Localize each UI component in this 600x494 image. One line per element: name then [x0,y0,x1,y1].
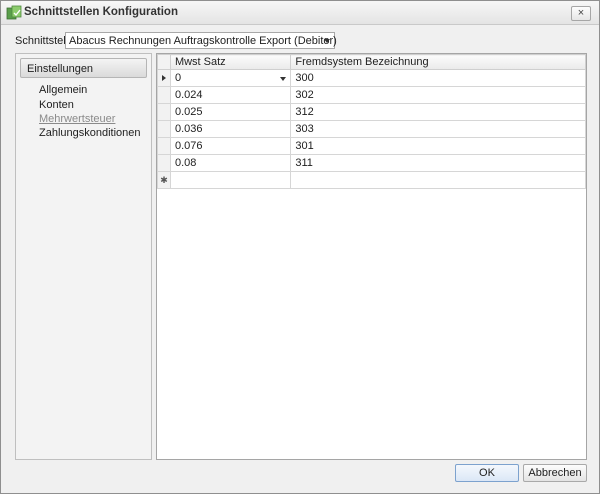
new-row[interactable]: ✱ [157,171,586,189]
nav-item-mehrwertsteuer[interactable]: Mehrwertsteuer [39,113,115,125]
cell-mwst-satz[interactable]: 0.036 [169,120,292,138]
column-header-fremdsystem[interactable]: Fremdsystem Bezeichnung [290,54,586,70]
table-header-row: Mwst Satz Fremdsystem Bezeichnung [157,54,586,70]
table-row[interactable]: 0.08 311 [157,154,586,172]
nav-item-zahlungskonditionen[interactable]: Zahlungskonditionen [39,127,141,139]
cell-mwst-satz[interactable]: 0.025 [169,103,292,121]
window-title: Schnittstellen Konfiguration [24,6,178,18]
table-row[interactable]: 0 300 [157,69,586,87]
interface-select[interactable]: Abacus Rechnungen Auftragskontrolle Expo… [65,32,337,49]
new-cell-fremdsystem[interactable] [290,171,586,189]
cell-mwst-satz[interactable]: 0.024 [169,86,292,104]
cell-fremdsystem[interactable]: 312 [290,103,586,121]
nav-header-label: Einstellungen [27,63,94,75]
chevron-down-icon[interactable] [280,77,287,81]
table-row[interactable]: 0.036 303 [157,120,586,138]
close-button[interactable]: × [571,6,591,21]
column-header-mwst-satz[interactable]: Mwst Satz [169,54,292,70]
nav-item-konten[interactable]: Konten [39,99,74,111]
close-icon: × [577,7,585,19]
cell-fremdsystem[interactable]: 300 [290,69,586,87]
vat-grid: Mwst Satz Fremdsystem Bezeichnung 0 300 … [156,53,587,460]
ok-button[interactable]: OK [455,464,519,482]
title-bar: Schnittstellen Konfiguration × [1,1,599,25]
cell-fremdsystem[interactable]: 302 [290,86,586,104]
nav-item-allgemein[interactable]: Allgemein [39,84,87,96]
row-indicator-header [157,54,171,70]
row-indicator[interactable] [157,154,171,172]
chevron-down-icon[interactable] [324,39,330,43]
table-row[interactable]: 0.025 312 [157,103,586,121]
interface-select-value: Abacus Rechnungen Auftragskontrolle Expo… [69,35,337,47]
table-row[interactable]: 0.076 301 [157,137,586,155]
new-row-icon: ✱ [160,175,168,185]
cell-mwst-satz[interactable]: 0 [169,69,292,87]
new-row-indicator[interactable]: ✱ [157,171,171,189]
cancel-button[interactable]: Abbrechen [523,464,587,482]
cell-value: 0 [174,72,182,84]
row-indicator[interactable] [157,103,171,121]
cell-mwst-satz[interactable]: 0.08 [169,154,292,172]
new-cell-mwst-satz[interactable] [169,171,292,189]
row-indicator[interactable] [157,120,171,138]
nav-header[interactable]: Einstellungen [20,58,147,78]
current-row-icon [161,75,166,82]
config-window: Schnittstellen Konfiguration × Schnittst… [0,0,600,494]
cell-fremdsystem[interactable]: 301 [290,137,586,155]
table-row[interactable]: 0.024 302 [157,86,586,104]
cell-fremdsystem[interactable]: 303 [290,120,586,138]
row-indicator[interactable] [157,137,171,155]
cell-mwst-satz[interactable]: 0.076 [169,137,292,155]
app-icon [6,5,22,20]
row-indicator[interactable] [157,86,171,104]
cell-fremdsystem[interactable]: 311 [290,154,586,172]
settings-nav: Einstellungen Allgemein Konten Mehrwerts… [15,53,152,460]
vat-table: Mwst Satz Fremdsystem Bezeichnung 0 300 … [157,54,586,189]
row-indicator[interactable] [157,69,171,87]
